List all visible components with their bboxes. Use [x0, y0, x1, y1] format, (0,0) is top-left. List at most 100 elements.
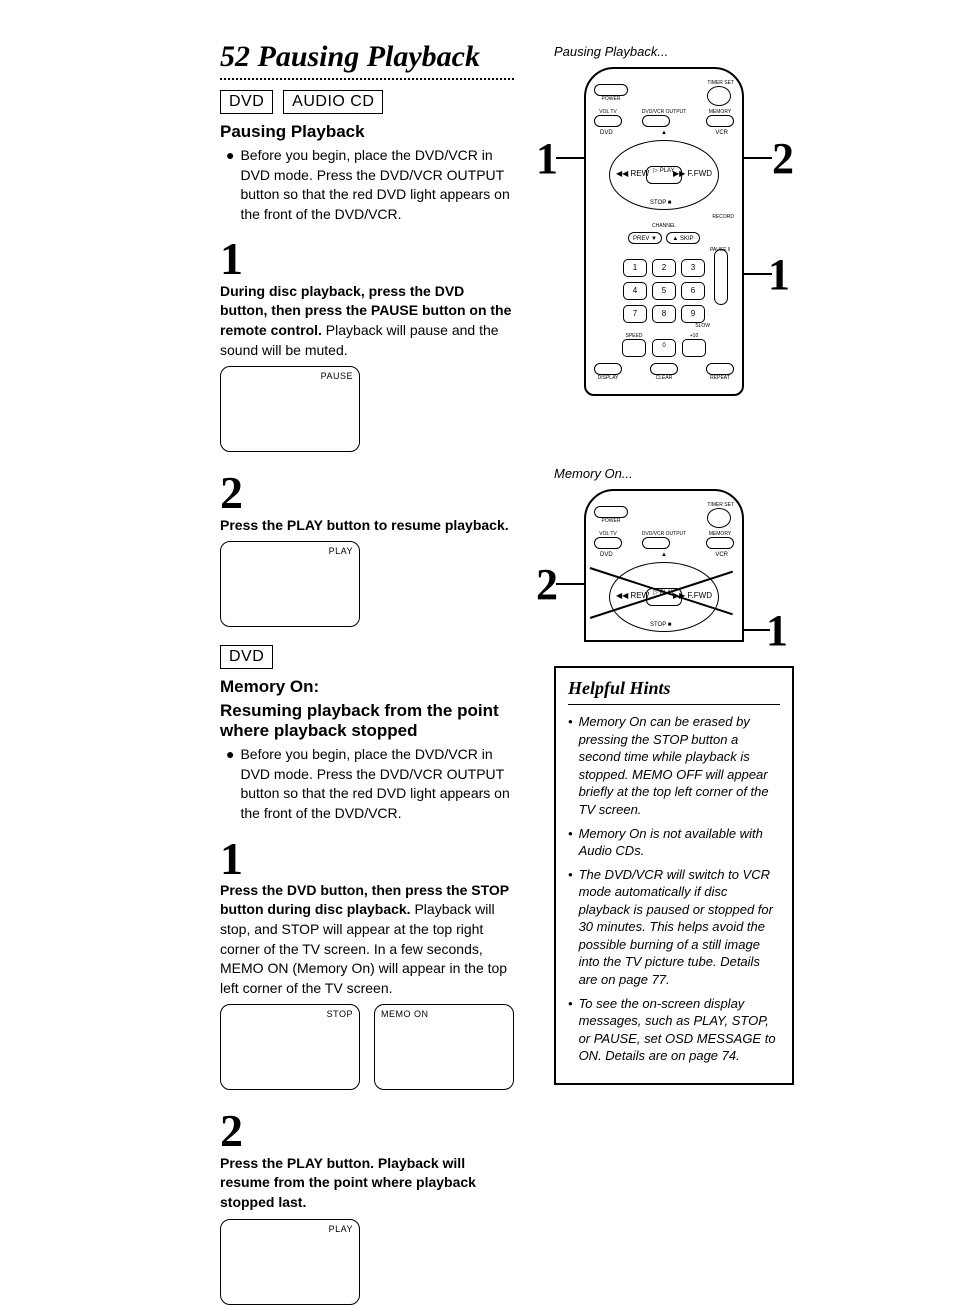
remote-memory-button	[706, 115, 734, 127]
tv-screen-memo: MEMO ON	[374, 1004, 514, 1090]
remote2-dvdvcr-button	[642, 537, 670, 549]
remote2-memory-label: MEMORY	[706, 531, 734, 537]
remote-display-button	[594, 363, 622, 375]
remote-control-1: POWER TIMER SET VOL TV DVD/VCR OUTPUT ME…	[584, 67, 744, 396]
step-2-text: Press the PLAY button to resume playback…	[220, 516, 514, 536]
tv-screen-play: PLAY	[220, 541, 360, 627]
indicator-2-left: 2	[536, 559, 558, 610]
remote-pause-button	[714, 249, 728, 305]
remote-rew-button: ◀◀ REW	[616, 169, 649, 178]
remote-illustration-2: 2 1 POWER TIMER SET VOL TV DVD/VCR OUTPU…	[554, 489, 774, 642]
title-divider	[220, 78, 514, 80]
remote2-rew-button: ◀◀ REW	[616, 591, 649, 600]
remote2-dvd-label: DVD	[600, 552, 613, 558]
bullet-icon: ●	[226, 146, 234, 224]
remote2-vcr-label: VCR	[715, 552, 728, 558]
remote-speed-button	[622, 339, 646, 357]
hint-4: To see the on-screen display messages, s…	[579, 995, 780, 1065]
tv-play-label: PLAY	[329, 546, 353, 556]
remote-dvdvcr-label: DVD/VCR OUTPUT	[642, 109, 686, 115]
remote-num-2: 2	[652, 259, 676, 277]
remote-stop-button: STOP ■	[650, 200, 671, 206]
remote-num-3: 3	[681, 259, 705, 277]
remote-num-7: 7	[623, 305, 647, 323]
tv-screen-play-2: PLAY	[220, 1219, 360, 1305]
remote-speed-label: SPEED	[622, 333, 646, 339]
mem-step-1-text: Press the DVD button, then press the STO…	[220, 881, 514, 999]
triangle-up-icon: ▲	[661, 552, 667, 558]
remote-control-2: POWER TIMER SET VOL TV DVD/VCR OUTPUT ME…	[584, 489, 744, 642]
badge-audiocd: AUDIO CD	[283, 90, 383, 114]
mem-step-2-number: 2	[220, 1110, 514, 1151]
step-2-number: 2	[220, 472, 514, 513]
remote-channel-label: CHANNEL	[652, 223, 676, 229]
remote2-power-label: POWER	[594, 518, 628, 524]
helpful-hints-box: Helpful Hints Memory On can be erased by…	[554, 666, 794, 1085]
remote-timerset-label: TIMER SET	[707, 80, 734, 86]
indicator-1-left-line	[556, 157, 586, 159]
tv-play-label-2: PLAY	[329, 1224, 353, 1234]
remote-num-4: 4	[623, 282, 647, 300]
remote2-timerset-button	[707, 508, 731, 528]
remote-skip-button: ▲ SKIP	[666, 232, 700, 244]
section-pausing-note-text: Before you begin, place the DVD/VCR in D…	[240, 146, 514, 224]
media-badges: DVD AUDIO CD	[220, 90, 514, 114]
remote-vcr-label: VCR	[715, 130, 728, 136]
remote-power-button	[594, 84, 628, 96]
bullet-icon: ●	[226, 745, 234, 823]
remote-num-6: 6	[681, 282, 705, 300]
remote-ffwd-button: ▶▶ F.FWD	[673, 169, 712, 178]
remote-repeat-button	[706, 363, 734, 375]
remote-num-0: 0	[652, 339, 676, 357]
remote-record-label: RECORD	[712, 214, 734, 220]
tv-memo-label: MEMO ON	[381, 1009, 429, 1019]
step-1-number: 1	[220, 238, 514, 279]
badge-dvd-2: DVD	[220, 645, 273, 669]
indicator-1-left: 1	[536, 133, 558, 184]
page-title-text: Pausing Playback	[258, 40, 481, 73]
tv-screen-pause: PAUSE	[220, 366, 360, 452]
section-memory-h1: Memory On:	[220, 677, 514, 697]
remote-memory-label: MEMORY	[706, 109, 734, 115]
remote2-dvdvcr-label: DVD/VCR OUTPUT	[642, 531, 686, 537]
remote2-power-button	[594, 506, 628, 518]
remote-plus10-button	[682, 339, 706, 357]
remote-num-5: 5	[652, 282, 676, 300]
mem-step-2-bold: Press the PLAY button. Playback will res…	[220, 1155, 476, 1210]
remote-num-8: 8	[652, 305, 676, 323]
remote-caption-1: Pausing Playback...	[554, 44, 794, 59]
remote-display-label: DISPLAY	[594, 375, 622, 381]
remote-prev-button: PREV ▼	[628, 232, 662, 244]
triangle-up-icon: ▲	[661, 130, 667, 136]
step-1-text: During disc playback, press the DVD butt…	[220, 282, 514, 360]
hint-1: Memory On can be erased by pressing the …	[579, 713, 780, 818]
remote-voltv-button	[594, 115, 622, 127]
remote-clear-button	[650, 363, 678, 375]
remote2-dpad: ▷ PLAY ◀◀ REW ▶▶ F.FWD STOP ■	[609, 562, 719, 632]
tv-stop-label: STOP	[327, 1009, 353, 1019]
media-badges-2: DVD	[220, 645, 514, 669]
mem-step-2-text: Press the PLAY button. Playback will res…	[220, 1154, 514, 1213]
page-title: 52 Pausing Playback	[220, 40, 514, 74]
hint-2: Memory On is not available with Audio CD…	[579, 825, 780, 860]
remote2-timerset-label: TIMER SET	[707, 502, 734, 508]
remote2-voltv-button	[594, 537, 622, 549]
section-memory-note: ● Before you begin, place the DVD/VCR in…	[220, 745, 514, 823]
indicator-1-right-2-line	[742, 629, 770, 631]
helpful-hints-title: Helpful Hints	[568, 676, 780, 705]
remote-num-9: 9	[681, 305, 705, 323]
remote-repeat-label: REPEAT	[706, 375, 734, 381]
page-number: 52	[220, 40, 250, 73]
remote2-stop-button: STOP ■	[650, 622, 671, 628]
badge-dvd: DVD	[220, 90, 273, 114]
remote-slow-label: SLOW	[592, 323, 736, 329]
indicator-2-left-line	[556, 583, 586, 585]
remote-caption-2: Memory On...	[554, 466, 794, 481]
remote-dpad: ▷ PLAY ◀◀ REW ▶▶ F.FWD STOP ■	[609, 140, 719, 210]
remote-dvd-label: DVD	[600, 130, 613, 136]
remote-num-1: 1	[623, 259, 647, 277]
section-memory-note-text: Before you begin, place the DVD/VCR in D…	[240, 745, 514, 823]
step-2-bold: Press the PLAY button to resume playback…	[220, 517, 509, 533]
remote-numpad-area: PAUSE ‖ 1 2 3 4 5 6 7 8 9 SLOW	[592, 247, 736, 329]
hint-3: The DVD/VCR will switch to VCR mode auto…	[579, 866, 780, 989]
